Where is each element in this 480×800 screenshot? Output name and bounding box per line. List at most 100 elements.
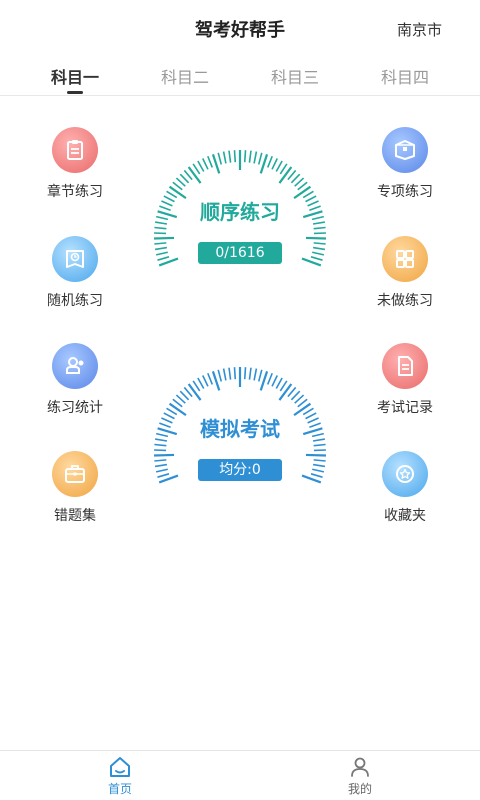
tab-subject-2[interactable]: 科目二 — [130, 64, 240, 88]
gauge-tick — [154, 463, 168, 468]
gauge-tick — [312, 463, 326, 468]
gauge-tick — [233, 150, 237, 163]
mock-exam-gauge[interactable]: 模拟考试 均分:0 — [152, 365, 328, 505]
gauge-tick — [154, 453, 175, 457]
user-icon — [320, 755, 400, 779]
stamp-icon — [52, 343, 98, 389]
gauge-tick — [243, 367, 247, 380]
tab-subject-4[interactable]: 科目四 — [350, 64, 460, 88]
gauge-tick — [275, 377, 283, 389]
gauge-tick — [197, 160, 205, 172]
nav-home[interactable]: 首页 — [80, 755, 160, 797]
undone-practice-label: 未做练习 — [377, 293, 433, 309]
gauge-tick — [222, 151, 227, 164]
gauge-tick — [154, 226, 167, 230]
gauge-tick — [279, 380, 288, 392]
practice-stats-button[interactable]: 练习统计 — [20, 343, 130, 417]
gauge-tick — [187, 383, 202, 401]
gauge-tick — [179, 173, 190, 184]
gauge-tick — [155, 468, 168, 473]
gauge-tick — [310, 256, 323, 261]
gauge-tick — [207, 155, 214, 168]
wrong-questions-label: 错题集 — [54, 508, 96, 524]
city-selector[interactable]: 南京市 — [397, 19, 442, 40]
gauge-tick — [312, 468, 325, 473]
chapter-practice-label: 章节练习 — [47, 184, 103, 200]
random-practice-label: 随机练习 — [47, 293, 103, 309]
gauge-tick — [157, 473, 170, 478]
gauge-tick — [157, 256, 170, 261]
special-practice-label: 专项练习 — [377, 184, 433, 200]
favorites-label: 收藏夹 — [384, 508, 426, 524]
gauge-tick — [257, 369, 263, 382]
gauge-tick — [175, 177, 186, 187]
gauge-tick — [278, 166, 293, 184]
gauge-tick — [312, 251, 325, 256]
gauge-tick — [266, 372, 273, 385]
home-icon — [80, 755, 160, 779]
gauge-tick — [155, 251, 168, 256]
gauge-tick — [228, 367, 232, 380]
star-icon — [382, 451, 428, 497]
gauge-tick — [211, 371, 221, 391]
gauge-tick — [290, 173, 301, 184]
gauge-tick — [313, 242, 326, 245]
gauge-tick — [294, 394, 305, 404]
gauge-tick — [222, 368, 227, 381]
gauge-tick — [154, 242, 167, 245]
undone-practice-button[interactable]: 未做练习 — [350, 236, 460, 310]
gauge-tick — [197, 377, 205, 389]
exam-records-button[interactable]: 考试记录 — [350, 343, 460, 417]
favorites-button[interactable]: 收藏夹 — [350, 451, 460, 525]
chapter-practice-button[interactable]: 章节练习 — [20, 127, 130, 201]
gauge-tick — [233, 367, 237, 380]
special-practice-button[interactable]: 专项练习 — [350, 127, 460, 201]
header: 驾考好帮手 南京市 — [0, 0, 480, 56]
nav-mine-label: 我的 — [347, 782, 372, 796]
gauge-tick — [154, 443, 167, 447]
gauge-tick — [253, 368, 258, 381]
subject-tabs: 科目一 科目二 科目三 科目四 — [0, 56, 480, 96]
sequential-practice-gauge[interactable]: 顺序练习 0/1616 — [152, 148, 328, 288]
exam-records-label: 考试记录 — [377, 400, 433, 416]
gauge-tick — [192, 380, 201, 392]
briefcase-icon — [52, 451, 98, 497]
tab-subject-1[interactable]: 科目一 — [20, 64, 130, 88]
grid-icon — [382, 236, 428, 282]
gauge-tick — [290, 390, 301, 401]
sequential-practice-title: 顺序练习 — [200, 200, 280, 224]
gauge-tick — [310, 473, 323, 478]
gauge-tick — [294, 177, 305, 187]
gauge-tick — [305, 453, 326, 457]
wrong-questions-button[interactable]: 错题集 — [20, 451, 130, 525]
gauge-tick — [248, 150, 252, 163]
gauge-tick — [257, 152, 263, 165]
gauge-tick — [313, 443, 326, 447]
nav-mine[interactable]: 我的 — [320, 755, 400, 797]
gauge-tick — [192, 163, 201, 175]
gauge-tick — [279, 163, 288, 175]
random-practice-button[interactable]: 随机练习 — [20, 236, 130, 310]
gauge-tick — [207, 372, 214, 385]
tab-subject-3[interactable]: 科目三 — [240, 64, 350, 88]
sequential-progress-badge: 0/1616 — [198, 242, 282, 264]
gauge-tick — [154, 246, 168, 251]
gauge-tick — [243, 150, 247, 163]
gauge-tick — [211, 154, 221, 174]
gauge-tick — [278, 383, 293, 401]
gauge-tick — [259, 371, 269, 391]
tab-active-indicator — [67, 91, 83, 94]
gauge-tick — [217, 152, 223, 165]
gauge-tick — [253, 151, 258, 164]
gauge-tick — [305, 236, 326, 240]
gauge-tick — [266, 155, 273, 168]
gauge-tick — [313, 459, 326, 462]
gauge-tick — [259, 154, 269, 174]
gauge-tick — [187, 166, 202, 184]
gauge-tick — [271, 158, 278, 170]
gauge-tick — [202, 375, 209, 387]
gauge-tick — [312, 246, 326, 251]
gauge-tick — [154, 236, 175, 240]
practice-stats-label: 练习统计 — [47, 400, 103, 416]
gauge-tick — [154, 459, 167, 462]
